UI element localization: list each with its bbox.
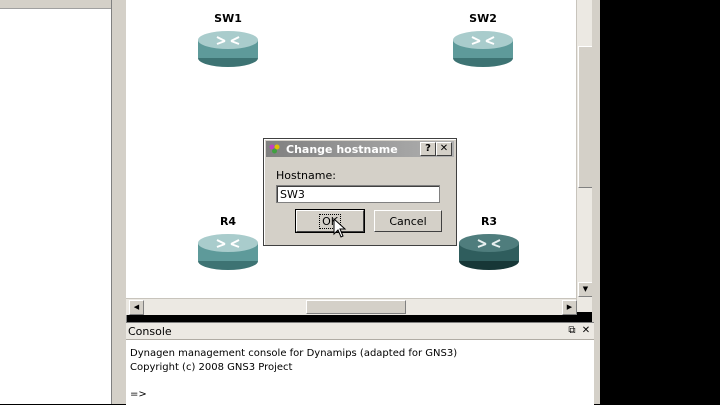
router-icon[interactable]: [452, 28, 514, 67]
left-panel-splitter[interactable]: [111, 0, 118, 404]
console-line: Dynagen management console for Dynamips …: [130, 348, 458, 359]
hostname-input[interactable]: SW3: [276, 185, 440, 203]
console-title: Console: [128, 325, 172, 338]
hostname-label: Hostname:: [276, 169, 336, 182]
device-label: R4: [219, 215, 237, 228]
router-icon[interactable]: [197, 231, 259, 270]
ok-button[interactable]: OK: [295, 209, 365, 233]
change-hostname-dialog: Change hostname ? ✕ Hostname: SW3 OK Can…: [263, 138, 457, 246]
scroll-right-arrow-icon[interactable]: ▶: [562, 300, 577, 315]
device-sw2[interactable]: SW2: [450, 12, 516, 67]
horizontal-scrollbar[interactable]: ◀ ▶: [126, 298, 577, 315]
dialog-titlebar[interactable]: Change hostname ? ✕: [266, 141, 454, 157]
console-prompt[interactable]: =>: [130, 389, 147, 400]
mouse-pointer-icon: [333, 218, 347, 238]
console-panel[interactable]: Console ⧉ ✕ Dynagen management console f…: [126, 322, 594, 405]
scroll-down-arrow-icon[interactable]: ▼: [578, 282, 593, 297]
close-icon[interactable]: ✕: [436, 142, 452, 156]
device-r3[interactable]: R3: [456, 215, 522, 270]
dialog-title: Change hostname: [286, 143, 398, 156]
device-label: SW2: [469, 12, 497, 25]
device-r4[interactable]: R4: [195, 215, 261, 270]
cancel-button[interactable]: Cancel: [374, 210, 442, 232]
console-line: Copyright (c) 2008 GNS3 Project: [130, 362, 293, 373]
scroll-left-arrow-icon[interactable]: ◀: [129, 300, 144, 315]
vertical-scroll-thumb[interactable]: [578, 46, 593, 188]
left-panel-header: [0, 0, 118, 9]
router-icon[interactable]: [197, 28, 259, 67]
left-panel: [0, 0, 118, 404]
float-panel-icon[interactable]: ⧉: [566, 324, 578, 337]
app-icon: [269, 144, 280, 154]
vertical-scrollbar[interactable]: ▼: [576, 0, 593, 312]
device-label: R3: [480, 215, 498, 228]
console-titlebar: Console ⧉ ✕: [126, 323, 594, 340]
close-panel-icon[interactable]: ✕: [580, 324, 592, 337]
help-button[interactable]: ?: [420, 142, 436, 156]
device-label: SW1: [214, 12, 242, 25]
device-sw1[interactable]: SW1: [195, 12, 261, 67]
horizontal-scroll-thumb[interactable]: [306, 300, 406, 314]
router-icon[interactable]: [458, 231, 520, 270]
